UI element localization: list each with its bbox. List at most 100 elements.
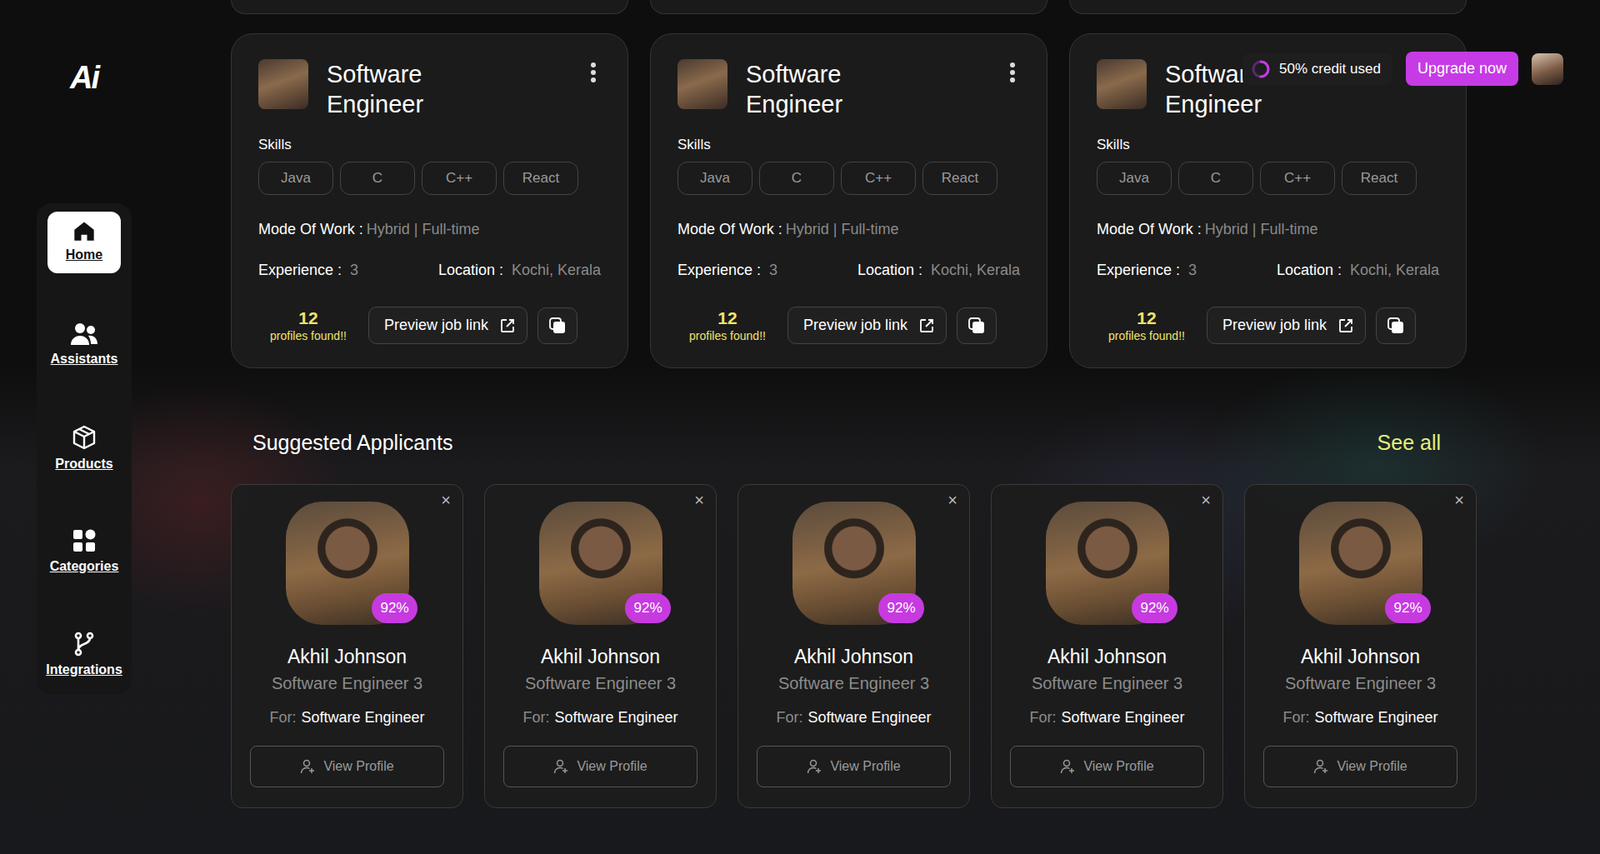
location-label: Location : bbox=[438, 260, 504, 280]
location-label: Location : bbox=[857, 260, 923, 280]
applicant-photo-wrap: 92% bbox=[1299, 501, 1423, 625]
preview-label: Preview job link bbox=[803, 314, 908, 337]
job-card-footer: 12profiles found!!Preview job link bbox=[258, 306, 601, 345]
job-title: Software Engineer bbox=[745, 59, 896, 120]
copy-icon bbox=[968, 317, 985, 335]
copy-button[interactable] bbox=[537, 307, 578, 345]
view-profile-button[interactable]: View Profile bbox=[503, 745, 698, 788]
external-link-icon bbox=[1338, 318, 1354, 334]
job-card-header: Software Engineer bbox=[677, 59, 1020, 120]
sidebar-item[interactable]: Integrations bbox=[47, 625, 121, 687]
job-card: Software EngineerSkillsJavaCC++ReactMode… bbox=[650, 33, 1048, 369]
upgrade-button[interactable]: Upgrade now bbox=[1405, 51, 1519, 86]
job-avatar bbox=[258, 59, 309, 110]
close-button[interactable]: × bbox=[439, 490, 453, 510]
copy-button[interactable] bbox=[1375, 307, 1416, 345]
skill-chip: React bbox=[1341, 161, 1417, 195]
copy-icon bbox=[1387, 317, 1405, 335]
mode-value: Hybrid | Full-time bbox=[1205, 219, 1319, 240]
sidebar-item[interactable]: Products bbox=[47, 418, 121, 480]
applicant-name: Akhil Johnson bbox=[1300, 645, 1420, 669]
experience-location: Experience :3 Location : Kochi, Kerala bbox=[677, 260, 1020, 280]
match-badge: 92% bbox=[371, 593, 417, 624]
user-plus-icon bbox=[553, 759, 569, 775]
job-card-footer: 12profiles found!!Preview job link bbox=[1096, 306, 1440, 345]
user-avatar[interactable] bbox=[1531, 53, 1564, 85]
home-icon bbox=[72, 220, 96, 242]
job-avatar bbox=[677, 59, 728, 110]
skills-list: JavaCC++React bbox=[258, 161, 601, 195]
copy-button[interactable] bbox=[956, 307, 997, 345]
applicant-card: ×92%Akhil JohnsonSoftware Engineer 3For:… bbox=[990, 484, 1224, 809]
external-link-icon bbox=[919, 318, 935, 334]
sidebar-item[interactable]: Assistants bbox=[47, 315, 121, 377]
for-label: For: bbox=[1029, 707, 1056, 728]
more-button[interactable] bbox=[585, 59, 601, 92]
view-profile-label: View Profile bbox=[576, 756, 647, 777]
view-profile-label: View Profile bbox=[830, 756, 900, 777]
for-label: For: bbox=[522, 707, 550, 728]
profiles-found: 12profiles found!! bbox=[1096, 308, 1197, 344]
sidebar-nav: Home Assistants Products Categories Integrat… bbox=[36, 203, 132, 695]
for-label: For: bbox=[1282, 707, 1310, 728]
experience: Experience :3 bbox=[677, 260, 778, 280]
categories-icon bbox=[71, 528, 97, 554]
sidebar-item[interactable]: Categories bbox=[47, 521, 121, 584]
applicant-role: Software Engineer 3 bbox=[778, 672, 930, 695]
experience-label: Experience : bbox=[1096, 260, 1180, 280]
for-label: For: bbox=[269, 707, 296, 728]
experience-value: 3 bbox=[1188, 260, 1197, 280]
close-button[interactable]: × bbox=[692, 490, 706, 510]
skill-chip: C bbox=[1178, 161, 1254, 195]
applicant-card: ×92%Akhil JohnsonSoftware Engineer 3For:… bbox=[737, 484, 970, 809]
match-badge: 92% bbox=[878, 593, 924, 624]
sidebar-item[interactable]: Home bbox=[47, 211, 121, 274]
kebab-icon bbox=[1009, 61, 1016, 84]
job-title: Software Engineer bbox=[326, 59, 477, 120]
mode-value: Hybrid | Full-time bbox=[366, 219, 480, 240]
sidebar-label: Categories bbox=[50, 556, 120, 577]
view-profile-button[interactable]: View Profile bbox=[1263, 745, 1458, 788]
view-profile-button[interactable]: View Profile bbox=[1010, 745, 1205, 788]
close-button[interactable]: × bbox=[945, 490, 960, 510]
applicant-role: Software Engineer 3 bbox=[1031, 672, 1183, 695]
branch-icon bbox=[73, 631, 95, 657]
match-badge: 92% bbox=[1385, 593, 1430, 624]
main-content: Software EngineerSkillsJavaCC++ReactMode… bbox=[230, 0, 1481, 854]
close-button[interactable]: × bbox=[1452, 490, 1466, 510]
applicant-card: ×92%Akhil JohnsonSoftware Engineer 3For:… bbox=[230, 484, 464, 809]
preview-job-link-button[interactable]: Preview job link bbox=[368, 306, 528, 345]
profiles-label: profiles found!! bbox=[689, 328, 766, 344]
mode-value: Hybrid | Full-time bbox=[785, 219, 900, 240]
for-value: Software Engineer bbox=[1314, 707, 1438, 728]
user-plus-icon bbox=[1313, 759, 1329, 775]
mode-of-work: Mode Of Work :Hybrid | Full-time bbox=[258, 219, 601, 240]
app-shell: Ai Home Assistants Products Categories Integr… bbox=[0, 0, 1600, 854]
view-profile-button[interactable]: View Profile bbox=[756, 745, 951, 788]
see-all-link[interactable]: See all bbox=[1377, 430, 1441, 455]
match-badge: 92% bbox=[1131, 593, 1177, 624]
mode-label: Mode Of Work : bbox=[258, 219, 364, 240]
view-profile-button[interactable]: View Profile bbox=[250, 745, 445, 788]
experience-value: 3 bbox=[769, 260, 778, 280]
applicant-role: Software Engineer 3 bbox=[1285, 672, 1436, 695]
section-title: Suggested Applicants bbox=[252, 430, 453, 455]
sidebar-label: Integrations bbox=[45, 660, 123, 680]
mode-of-work: Mode Of Work :Hybrid | Full-time bbox=[677, 219, 1020, 240]
applied-for: For:Software Engineer bbox=[522, 707, 678, 728]
logo[interactable]: Ai bbox=[70, 60, 99, 95]
user-plus-icon bbox=[806, 759, 822, 775]
preview-job-link-button[interactable]: Preview job link bbox=[1206, 306, 1366, 345]
preview-job-link-button[interactable]: Preview job link bbox=[787, 306, 947, 345]
job-card-header: Software Engineer bbox=[258, 59, 601, 120]
applicant-photo-wrap: 92% bbox=[539, 501, 663, 625]
profiles-label: profiles found!! bbox=[1108, 328, 1185, 344]
job-card: Software EngineerSkillsJavaCC++ReactMode… bbox=[230, 33, 629, 369]
location: Location :Kochi, Kerala bbox=[1276, 260, 1440, 280]
close-button[interactable]: × bbox=[1199, 490, 1213, 510]
credit-indicator: 50% credit used bbox=[1242, 53, 1393, 85]
more-button[interactable] bbox=[1005, 59, 1020, 92]
people-icon bbox=[70, 322, 99, 346]
job-card bbox=[650, 0, 1048, 15]
location-value: Kochi, Kerala bbox=[930, 260, 1020, 280]
